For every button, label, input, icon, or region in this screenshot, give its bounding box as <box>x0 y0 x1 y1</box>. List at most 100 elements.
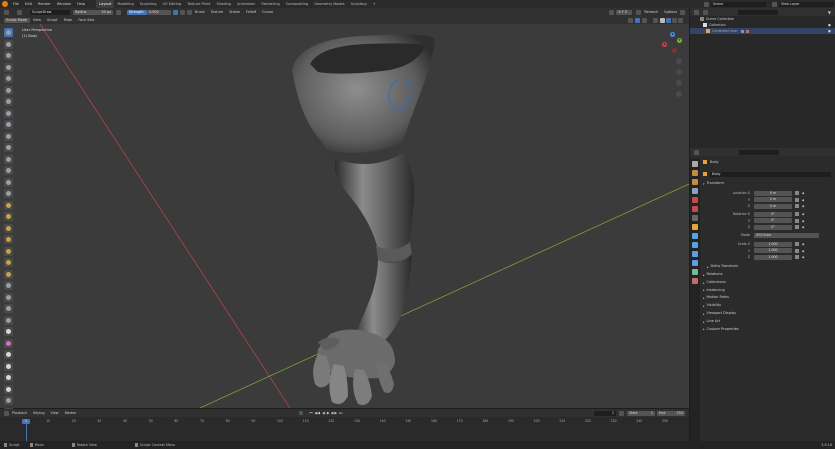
menu-edit[interactable]: Edit <box>22 0 35 8</box>
keyframe-dot-icon[interactable]: ◆ <box>802 219 804 223</box>
tool-layer[interactable] <box>4 85 13 95</box>
3d-viewport[interactable]: User Perspective (1) Body Z X Y <box>0 24 689 408</box>
rotation-mode-dropdown[interactable]: XYZ Euler <box>754 232 819 238</box>
data-tab-icon[interactable] <box>692 269 698 275</box>
tool-crease[interactable] <box>4 120 13 129</box>
tab-scripting[interactable]: Scripting <box>348 0 370 8</box>
view-layer-name[interactable]: View Layer <box>779 1 834 7</box>
rotation-y-field[interactable]: 0° <box>754 218 792 224</box>
gizmo-z-axis[interactable]: Z <box>670 32 675 37</box>
location-z-field[interactable]: 0 m <box>754 203 792 209</box>
record-icon[interactable] <box>299 411 304 415</box>
visibility-eye-icon[interactable]: ● <box>828 29 831 33</box>
tool-boundary[interactable] <box>4 292 13 302</box>
keyframe-dot-icon[interactable]: ◆ <box>802 249 804 253</box>
outliner-row[interactable]: Corrected ruse ● <box>690 28 835 34</box>
visibility-icon[interactable] <box>628 17 633 23</box>
radius-pressure-icon[interactable] <box>116 9 121 15</box>
object-name-field[interactable]: Body <box>710 171 831 177</box>
lock-icon[interactable] <box>795 204 799 209</box>
xray-toggle-icon[interactable] <box>653 17 658 23</box>
particles-tab-icon[interactable] <box>692 242 698 248</box>
gizmo-y-axis[interactable]: Y <box>677 38 682 43</box>
stroke-menu[interactable]: Stroke <box>226 8 243 16</box>
gizmo-x-axis[interactable]: X <box>662 42 667 47</box>
lock-icon[interactable] <box>795 197 799 202</box>
brush-preview-icon[interactable] <box>4 9 9 15</box>
outliner-editor-icon[interactable] <box>694 9 699 15</box>
start-frame-field[interactable]: Start 1 <box>627 410 655 416</box>
perspective-toggle-icon[interactable] <box>676 91 682 97</box>
shading-material-icon[interactable] <box>672 17 677 23</box>
display-mode-icon[interactable] <box>703 9 708 15</box>
scene-name[interactable]: Scene <box>711 1 766 7</box>
tab-compositing[interactable]: Compositing <box>283 0 312 8</box>
panel-visibility[interactable]: ▸ Visibility <box>703 302 833 310</box>
jump-end-icon[interactable]: ⏭ <box>339 411 342 415</box>
keyframe-dot-icon[interactable]: ◆ <box>802 191 804 195</box>
panel-relations[interactable]: ▸ Relations <box>703 271 833 279</box>
playback-menu[interactable]: Playback <box>9 409 30 417</box>
sculpt-menu[interactable]: Sculpt <box>44 16 61 24</box>
marker-menu[interactable]: Marker <box>62 409 80 417</box>
gizmo-toggle-icon[interactable] <box>635 17 640 23</box>
end-frame-field[interactable]: End 250 <box>657 410 685 416</box>
blender-logo-icon[interactable] <box>2 1 8 7</box>
step-forward-icon[interactable]: ▶▶ <box>332 411 338 415</box>
strength-pressure-icon[interactable] <box>173 9 178 15</box>
zoom-icon[interactable] <box>676 58 682 64</box>
lock-icon[interactable] <box>795 191 799 196</box>
panel-custom-properties[interactable]: ▸ Custom Properties <box>703 326 833 334</box>
camera-view-icon[interactable] <box>676 80 682 86</box>
tool-snake-hook[interactable] <box>4 223 13 233</box>
tool-scrape[interactable] <box>4 166 13 175</box>
rotation-z-field[interactable]: 0° <box>754 224 792 230</box>
tool-draw[interactable] <box>4 28 13 37</box>
tool-smooth[interactable] <box>4 131 13 141</box>
physics-tab-icon[interactable] <box>692 251 698 257</box>
menu-render[interactable]: Render <box>35 0 54 8</box>
tool-grab[interactable] <box>4 200 13 210</box>
tool-box-mask[interactable] <box>4 350 13 359</box>
face-sets-menu[interactable]: Face Sets <box>75 16 97 24</box>
tool-clay-thumb[interactable] <box>4 74 13 83</box>
scale-y-field[interactable]: 1.000 <box>754 248 792 254</box>
transform-panel-header[interactable]: ▾ Transform <box>703 180 833 187</box>
tool-fill[interactable] <box>4 154 13 164</box>
brush-name-field[interactable]: SculptDraw <box>30 9 70 15</box>
jump-start-icon[interactable]: ⏮ <box>309 411 312 415</box>
symmetry-axes[interactable]: X Y Z <box>616 9 633 15</box>
output-tab-icon[interactable] <box>692 179 698 185</box>
world-tab-icon[interactable] <box>692 206 698 212</box>
brush-browse-icon[interactable] <box>17 9 22 15</box>
filter-icon[interactable]: ▼ <box>828 10 831 15</box>
lock-icon[interactable] <box>795 212 799 217</box>
keyframe-dot-icon[interactable]: ◆ <box>802 198 804 202</box>
visibility-eye-icon[interactable]: ● <box>828 23 831 27</box>
constraints-tab-icon[interactable] <box>692 260 698 266</box>
tool-clay-strips[interactable] <box>4 62 13 72</box>
keyframe-dot-icon[interactable]: ◆ <box>802 255 804 259</box>
preview-range-icon[interactable] <box>619 410 624 416</box>
modifier-tab-icon[interactable] <box>692 233 698 239</box>
tool-nudge[interactable] <box>4 258 13 267</box>
view-layer-selector[interactable]: View Layer <box>772 1 834 7</box>
tab-sculpting[interactable]: Sculpting <box>137 0 160 8</box>
scale-z-field[interactable]: 1.000 <box>754 254 792 260</box>
navigation-gizmo[interactable]: Z X Y <box>660 32 684 56</box>
strength-field[interactable]: 0.500 <box>147 9 171 15</box>
tool-draw-face-sets[interactable] <box>4 338 13 348</box>
material-tab-icon[interactable] <box>692 278 698 284</box>
menu-help[interactable]: Help <box>74 0 88 8</box>
mask-menu[interactable]: Mask <box>61 16 76 24</box>
timeline-ruler[interactable]: 1 10 20 30 40 50 60 70 80 90 100 110 120 130 140 150 16… <box>0 417 689 441</box>
tab-modeling[interactable]: Modeling <box>114 0 136 8</box>
options-menu[interactable]: Options <box>661 8 680 16</box>
tab-uv-editing[interactable]: UV Editing <box>160 0 185 8</box>
tool-mesh-filter[interactable] <box>4 396 13 405</box>
tool-pinch[interactable] <box>4 189 13 198</box>
radius-field[interactable]: Radius 50 px <box>73 9 113 15</box>
pan-hand-icon[interactable] <box>676 69 682 75</box>
step-back-icon[interactable]: ◀◀ <box>315 411 321 415</box>
add-workspace-button[interactable]: + <box>370 0 379 8</box>
